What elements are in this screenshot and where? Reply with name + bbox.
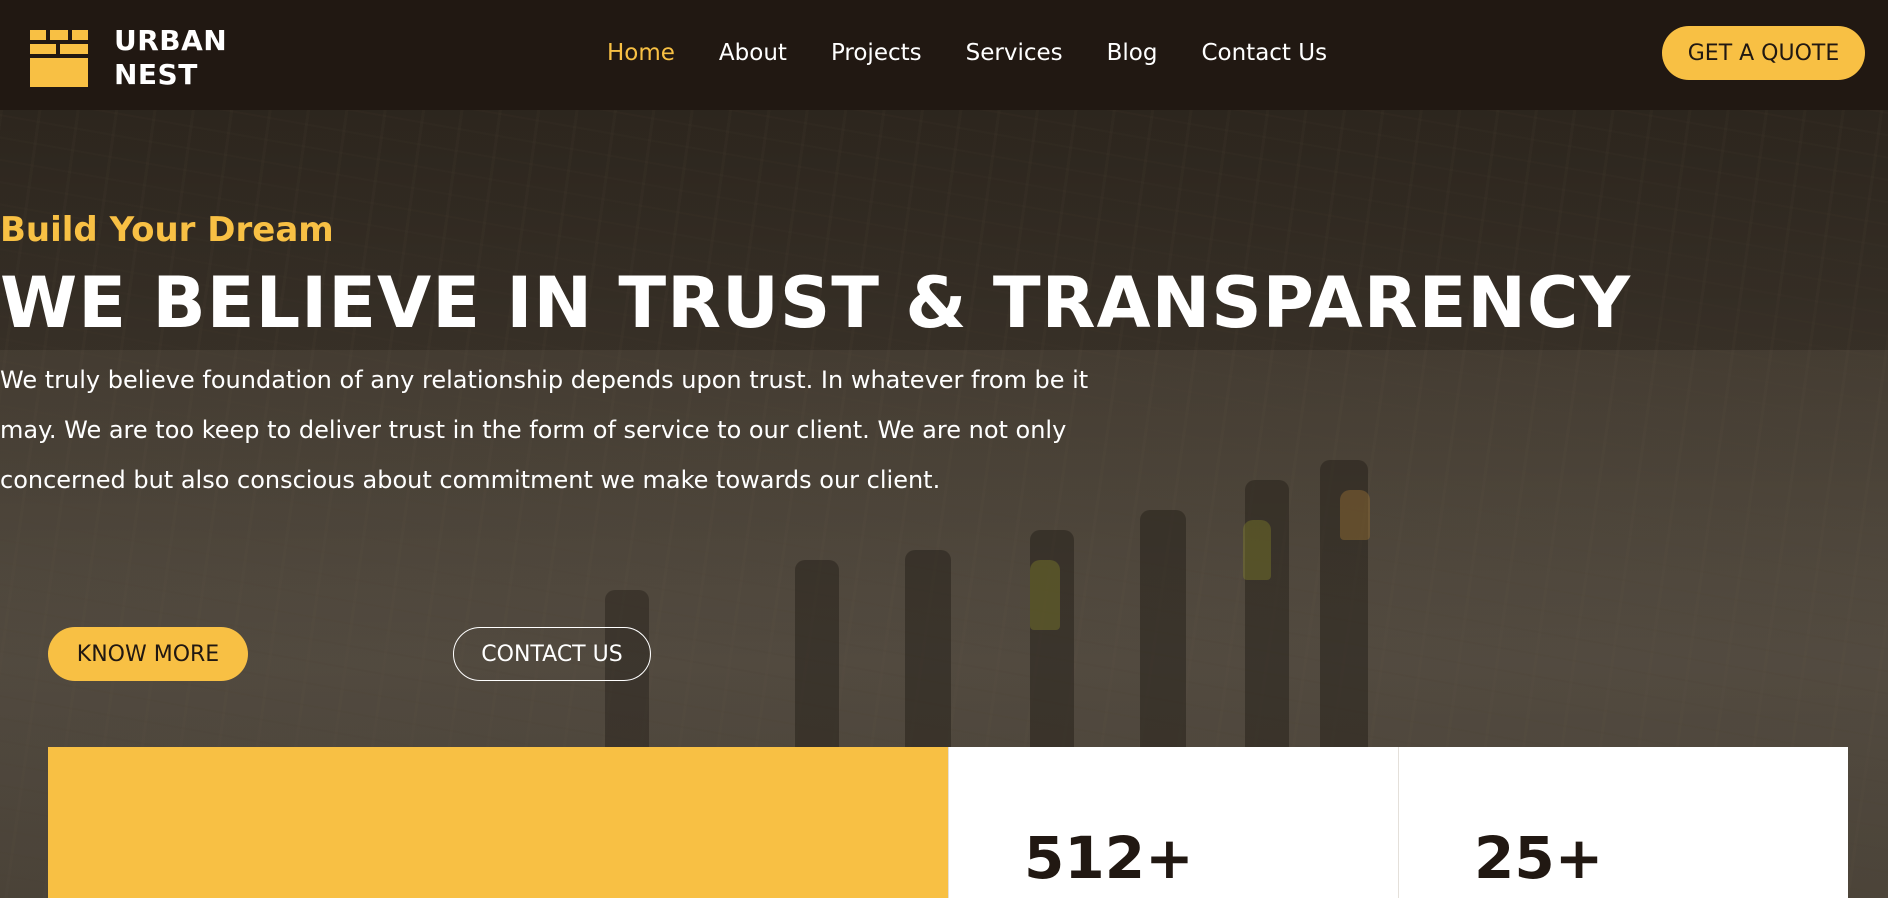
stats-highlight-panel [48,747,948,898]
brick-logo-icon [30,29,88,87]
know-more-button[interactable]: KNOW MORE [48,627,248,681]
nav-item-projects[interactable]: Projects [831,36,922,70]
stats-strip: 512+ 25+ [48,747,1848,898]
hero-description-line: may. We are too keep to deliver trust in… [0,416,1067,444]
top-navbar: URBAN NEST Home About Projects Services … [0,0,1888,110]
hero-subtitle: Build Your Dream [0,210,334,250]
nav-item-services[interactable]: Services [966,36,1063,70]
contact-us-button[interactable]: CONTACT US [453,627,651,681]
brand-name-line2: NEST [114,58,198,91]
get-a-quote-button[interactable]: GET A QUOTE [1662,26,1865,80]
hero-headline: WE BELIEVE IN TRUST & TRANSPARENCY [0,262,1632,344]
brand-name-line1: URBAN [114,24,228,57]
stat-value: 512+ [1024,824,1194,892]
hero-description: We truly believe foundation of any relat… [0,355,1150,505]
nav-item-about[interactable]: About [719,36,787,70]
stat-card: 25+ [1398,747,1848,898]
main-nav: Home About Projects Services Blog Contac… [607,36,1327,70]
brand-name: URBAN NEST [114,24,227,92]
nav-item-contact-us[interactable]: Contact Us [1201,36,1327,70]
nav-item-blog[interactable]: Blog [1107,36,1158,70]
nav-item-home[interactable]: Home [607,36,675,70]
stat-value: 25+ [1474,824,1604,892]
hero-description-line: concerned but also conscious about commi… [0,466,941,494]
brand-logo[interactable]: URBAN NEST [30,24,227,92]
stat-card: 512+ [948,747,1398,898]
hero-description-line: We truly believe foundation of any relat… [0,366,1089,394]
